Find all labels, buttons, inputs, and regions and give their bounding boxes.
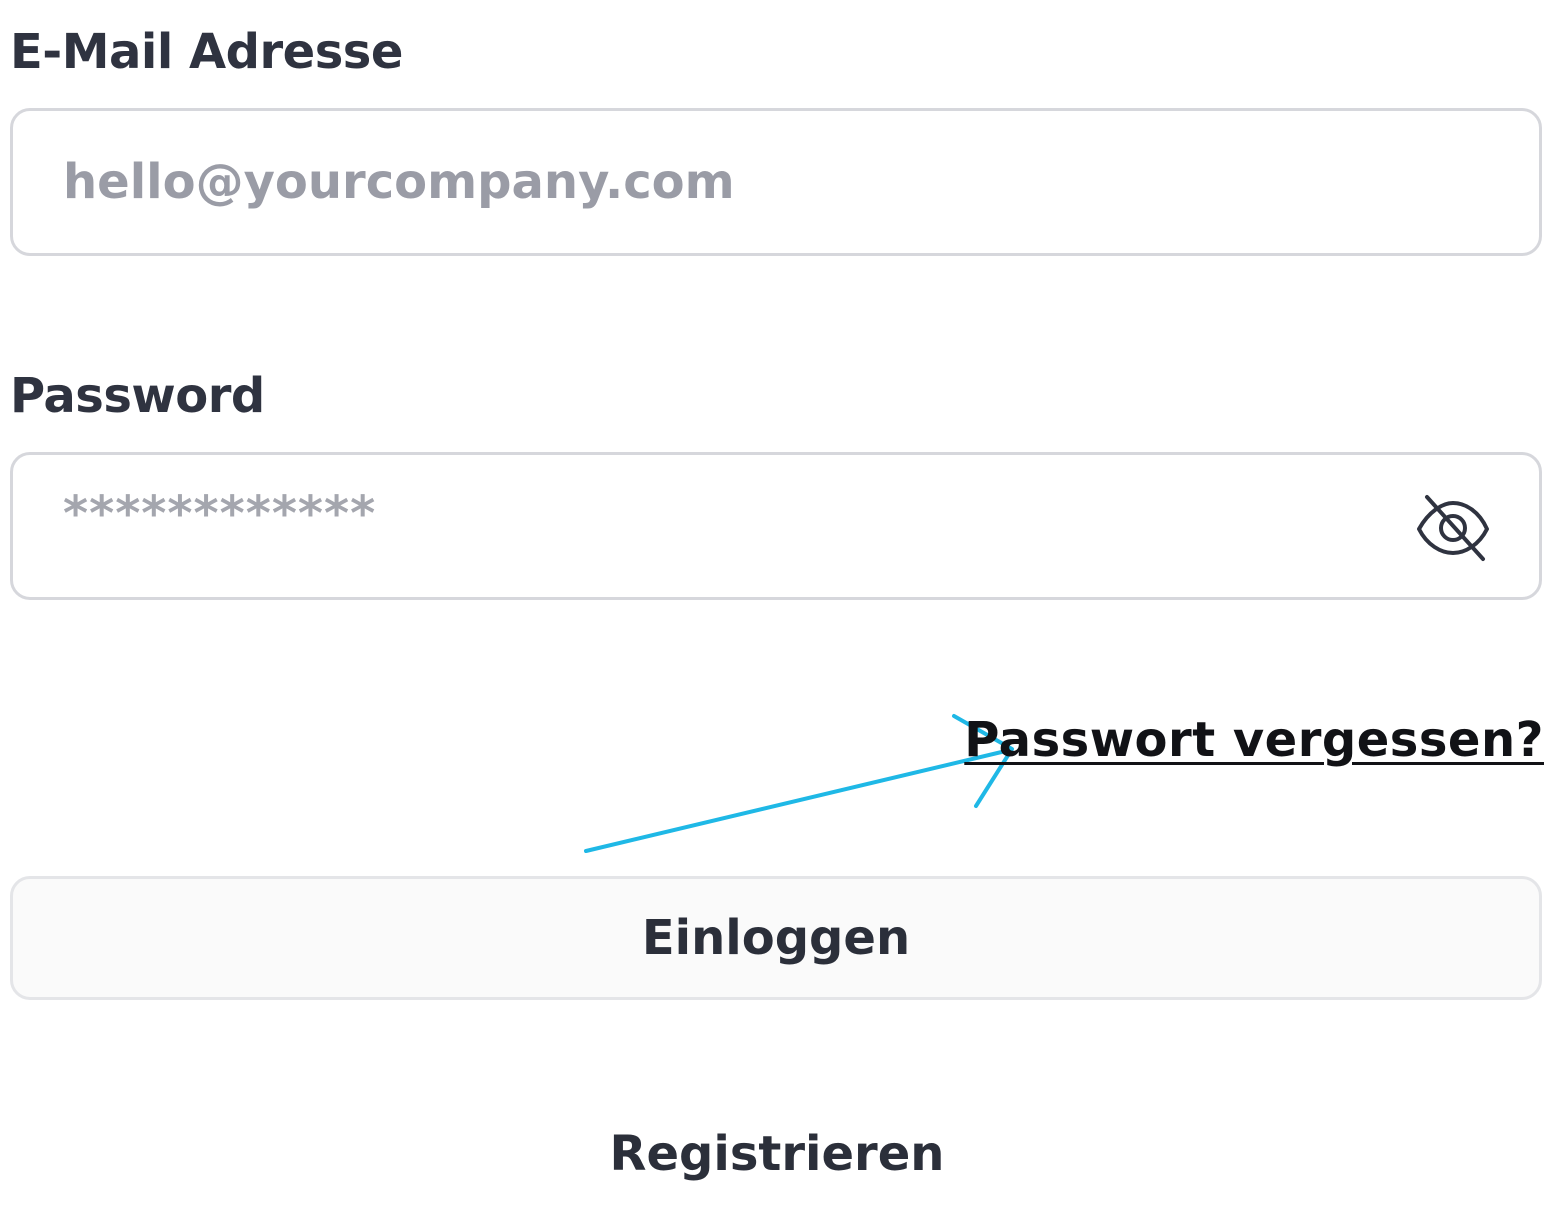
eye-slash-icon[interactable] [1413,493,1493,565]
password-input[interactable] [63,443,1403,585]
email-input[interactable] [63,111,1403,253]
email-label: E-Mail Adresse [10,24,403,80]
forgot-password-link[interactable]: Passwort vergessen? [964,712,1544,768]
login-button[interactable]: Einloggen [10,876,1542,1000]
password-field[interactable] [10,443,1542,600]
password-label: Password [10,368,265,424]
register-link[interactable]: Registrieren [0,1130,1554,1178]
email-field[interactable] [10,108,1542,256]
